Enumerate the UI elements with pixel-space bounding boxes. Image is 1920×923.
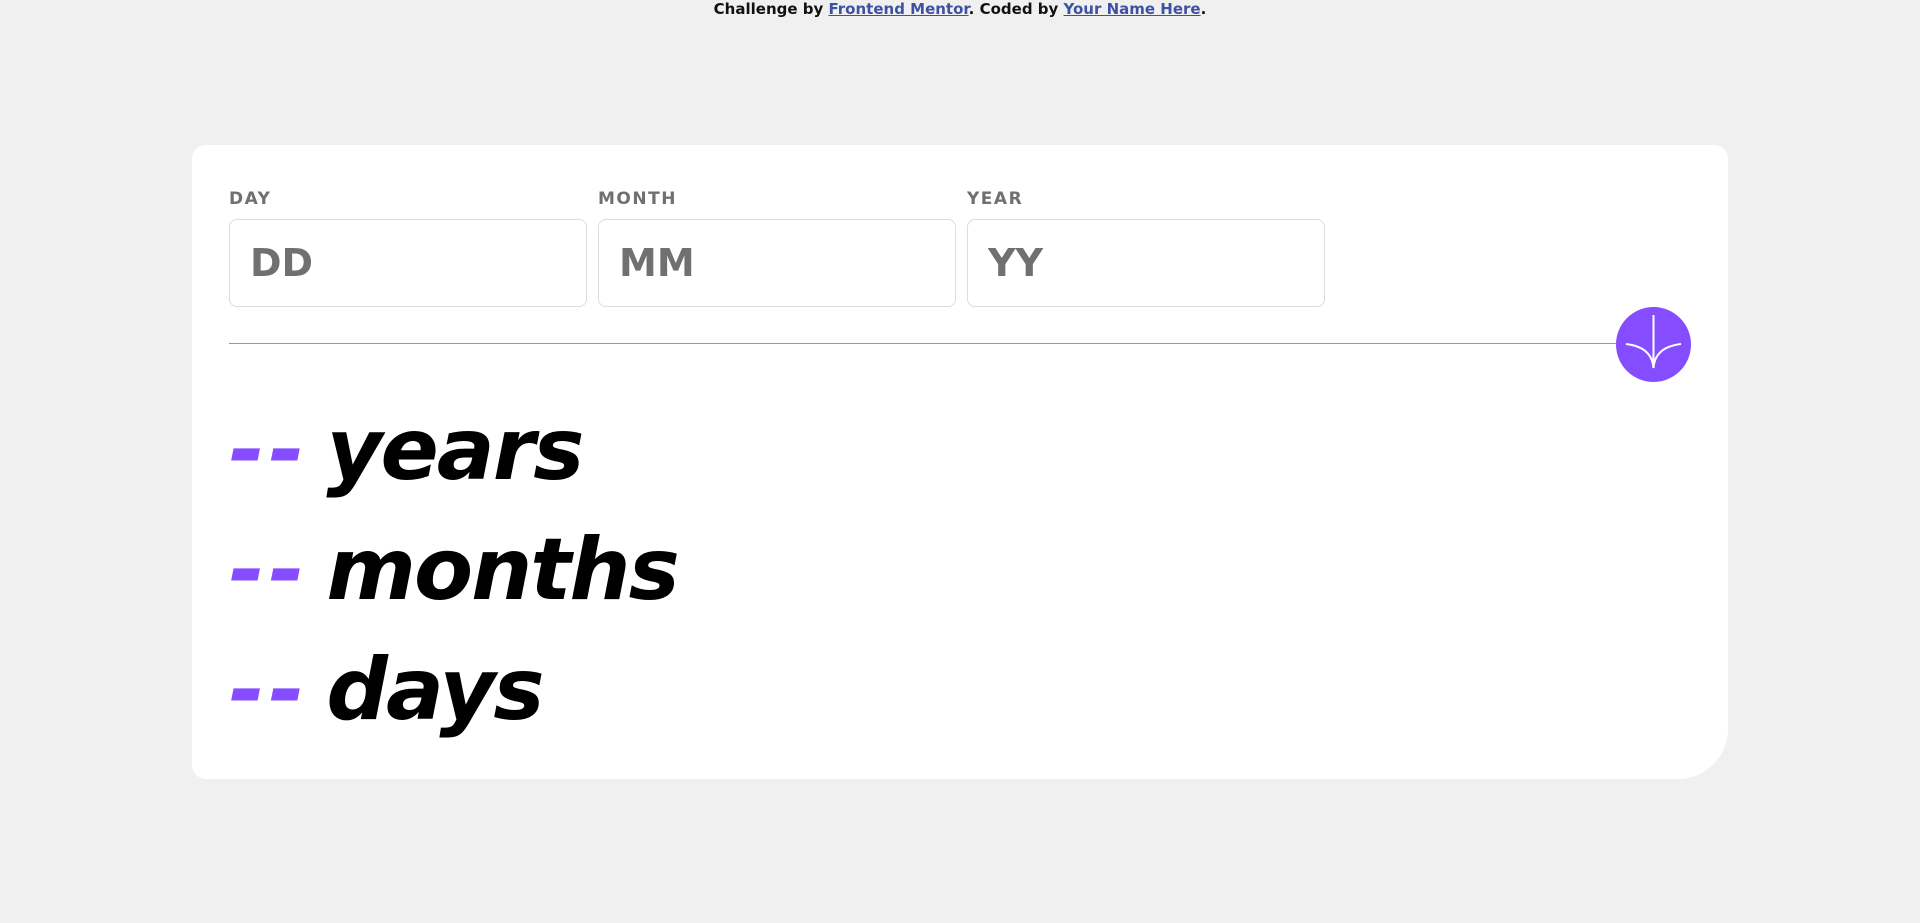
years-value: -- — [229, 400, 309, 500]
frontend-mentor-link[interactable]: Frontend Mentor — [829, 0, 969, 18]
year-field-group: YEAR — [967, 189, 1325, 307]
result-months: -- months — [229, 510, 680, 630]
month-input[interactable] — [598, 219, 956, 307]
age-calculator-card: DAY MONTH YEAR -- years -- months -- day… — [192, 145, 1728, 779]
month-label: MONTH — [598, 189, 677, 209]
year-label: YEAR — [967, 189, 1024, 209]
months-value: -- — [229, 520, 309, 620]
attribution: Challenge by Frontend Mentor. Coded by Y… — [0, 0, 1920, 18]
years-unit: years — [326, 400, 584, 500]
result-years: -- years — [229, 390, 678, 510]
divider — [229, 343, 1659, 344]
attribution-middle: . Coded by — [968, 0, 1064, 18]
day-field-group: DAY — [229, 189, 587, 307]
months-unit: months — [326, 520, 679, 620]
days-value: -- — [229, 640, 309, 740]
attribution-suffix: . — [1200, 0, 1207, 18]
submit-button[interactable] — [1616, 307, 1691, 382]
attribution-prefix: Challenge by — [713, 0, 829, 18]
year-input[interactable] — [967, 219, 1325, 307]
day-label: DAY — [229, 189, 272, 209]
result-days: -- days — [229, 630, 678, 750]
days-unit: days — [326, 640, 544, 740]
results: -- years -- months -- days — [229, 390, 680, 750]
author-link[interactable]: Your Name Here — [1064, 0, 1201, 18]
arrow-down-icon — [1625, 315, 1682, 369]
month-field-group: MONTH — [598, 189, 956, 307]
day-input[interactable] — [229, 219, 587, 307]
